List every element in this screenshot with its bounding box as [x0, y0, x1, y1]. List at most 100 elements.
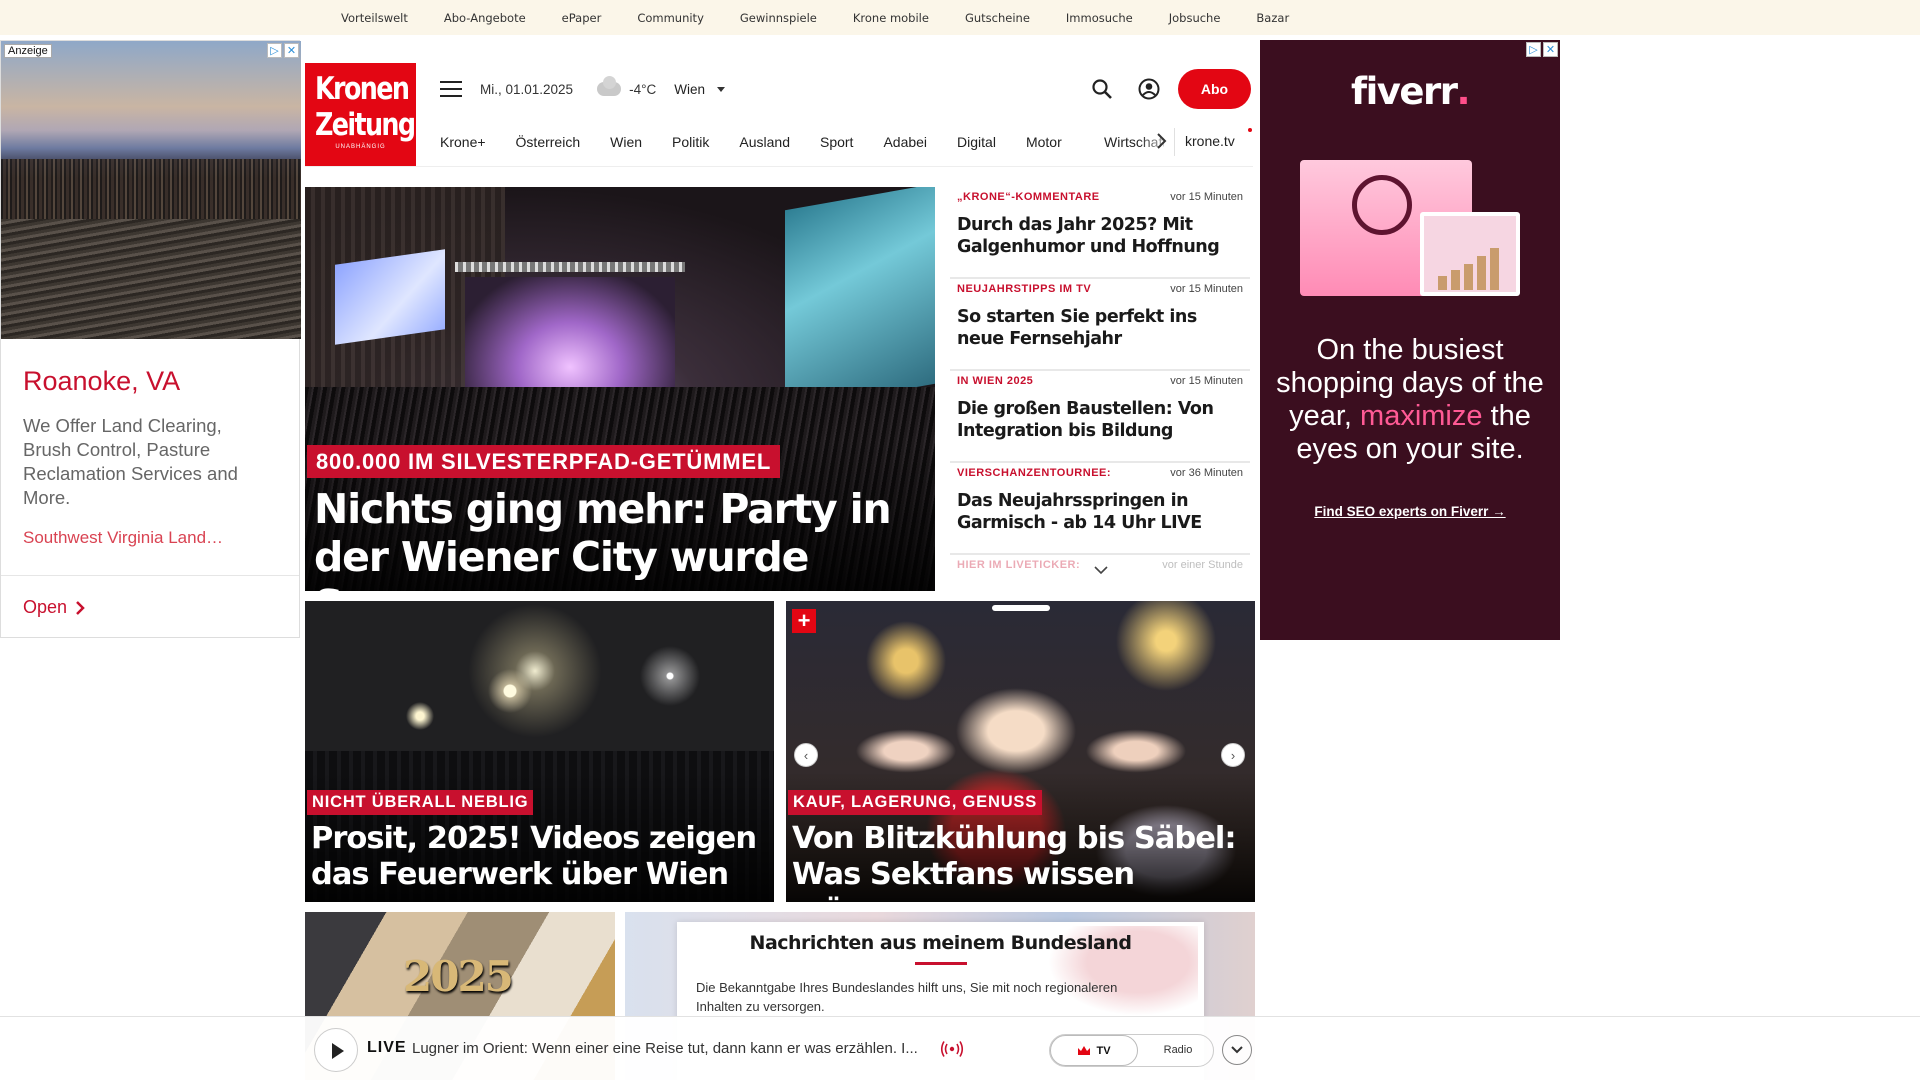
service-link-immosuche[interactable]: Immosuche [1048, 11, 1151, 25]
broadcast-icon [940, 1041, 964, 1057]
left-advertisement[interactable]: Anzeige ▷ ✕ Roanoke, VA We Offer Land Cl… [0, 40, 301, 638]
article-card-sekt[interactable]: + ‹ › KAUF, LAGERUNG, GENUSS Von Blitzkü… [786, 601, 1255, 902]
slider-indicator [992, 605, 1050, 611]
tv-toggle[interactable]: TV [1050, 1035, 1138, 1066]
heading-underline [915, 962, 967, 965]
service-nav-bar: Vorteilswelt Abo-Angebote ePaper Communi… [0, 0, 1920, 35]
ticker-item[interactable]: „KRONE“-KOMMENTARE vor 15 Minuten Durch … [950, 187, 1250, 279]
ad-image-ground [1, 219, 301, 339]
card-image-2025: 2025 [403, 952, 514, 1001]
card-title[interactable]: Prosit, 2025! Videos zeigen das Feuerwer… [311, 821, 766, 893]
nav-item-motor[interactable]: Motor [1026, 134, 1062, 150]
service-link-epaper[interactable]: ePaper [544, 11, 620, 25]
chevron-down-icon[interactable] [717, 86, 725, 92]
nav-item-krone-plus[interactable]: Krone+ [440, 134, 486, 150]
slider-next-button[interactable]: › [1221, 743, 1245, 767]
city-selector[interactable]: Wien [674, 82, 705, 97]
ticker-title[interactable]: Durch das Jahr 2025? Mit Galgenhumor und… [957, 214, 1237, 258]
krone-logo[interactable]: Kronen Zeitung UNABHÄNGIG [305, 63, 416, 166]
ad-title[interactable]: Roanoke, VA [23, 366, 180, 397]
main-nav: Krone+ Österreich Wien Politik Ausland S… [440, 124, 1092, 160]
nav-item-oesterreich[interactable]: Österreich [516, 134, 581, 150]
fiverr-logo: fiverr. [1260, 70, 1560, 113]
ad-advertiser-link[interactable]: Southwest Virginia Land… [23, 528, 223, 548]
play-icon[interactable] [314, 1028, 358, 1072]
ad-close-icon[interactable]: ✕ [284, 43, 299, 58]
abo-button[interactable]: Abo [1178, 69, 1251, 109]
hero-image-projection [785, 187, 935, 411]
search-icon[interactable] [1091, 78, 1113, 100]
expand-player-button[interactable] [1222, 1035, 1252, 1065]
nav-item-politik[interactable]: Politik [672, 134, 709, 150]
chevron-down-icon[interactable] [1093, 564, 1109, 576]
nav-item-wien[interactable]: Wien [610, 134, 642, 150]
live-dot-icon [1248, 128, 1252, 132]
nav-item-krone-tv[interactable]: krone.tv [1185, 133, 1235, 149]
fiverr-logo-dot: . [1456, 70, 1470, 113]
ticker-title[interactable]: So starten Sie perfekt ins neue Fernsehj… [957, 306, 1237, 350]
menu-icon[interactable] [440, 81, 462, 97]
ad-landscape-image[interactable]: Anzeige ▷ ✕ [1, 41, 301, 339]
ticker-title[interactable]: Die großen Baustellen: Von Integration b… [957, 398, 1237, 442]
article-card-fireworks[interactable]: NICHT ÜBERALL NEBLIG Prosit, 2025! Video… [305, 601, 774, 902]
ticker-item[interactable]: VIERSCHANZENTOURNEE: vor 36 Minuten Das … [950, 463, 1250, 555]
ticker-category: NEUJAHRSTIPPS IM TV [957, 283, 1092, 295]
service-link-vorteilswelt[interactable]: Vorteilswelt [323, 11, 426, 25]
nav-item-sport[interactable]: Sport [820, 134, 853, 150]
right-advertisement[interactable]: ▷ ✕ fiverr. On the busiest shopping days… [1260, 40, 1560, 640]
logo-tagline: UNABHÄNGIG [335, 144, 386, 150]
hero-headline[interactable]: Nichts ging mehr: Party in der Wiener Ci… [314, 485, 924, 591]
logo-line-2: Zeitung [314, 107, 416, 143]
card-kicker: KAUF, LAGERUNG, GENUSS [788, 790, 1043, 815]
chevron-right-icon [76, 600, 85, 615]
ad-pitch-highlight: maximize [1360, 400, 1483, 432]
adchoices: ▷ ✕ [1526, 42, 1558, 57]
service-link-bazar[interactable]: Bazar [1238, 11, 1307, 25]
tv-radio-toggle: TV Radio [1049, 1034, 1214, 1067]
chevron-right-icon[interactable] [1152, 131, 1170, 151]
ticker-time: vor einer Stunde [1162, 559, 1243, 571]
ticker-item[interactable]: NEUJAHRSTIPPS IM TV vor 15 Minuten So st… [950, 279, 1250, 371]
user-account-icon[interactable] [1138, 78, 1160, 100]
service-link-krone-mobile[interactable]: Krone mobile [835, 11, 947, 25]
radio-toggle[interactable]: Radio [1148, 1035, 1208, 1066]
temperature: -4°C [629, 81, 657, 97]
adchoices-icon[interactable]: ▷ [267, 43, 282, 58]
ad-open-button[interactable]: Open [23, 597, 85, 618]
adchoices: ▷ ✕ [267, 43, 299, 58]
slider-prev-button[interactable]: ‹ [794, 743, 818, 767]
card-kicker: NICHT ÜBERALL NEBLIG [307, 790, 534, 815]
header-divider [305, 166, 1253, 167]
ticker-category: HIER IM LIVETICKER: [957, 559, 1081, 571]
hero-article[interactable]: 800.000 IM SILVESTERPFAD-GETÜMMEL Nichts… [305, 187, 935, 591]
nav-item-ausland[interactable]: Ausland [739, 134, 790, 150]
krone-plus-icon: + [792, 609, 816, 633]
service-link-gewinnspiele[interactable]: Gewinnspiele [722, 11, 835, 25]
service-link-community[interactable]: Community [619, 11, 722, 25]
service-link-jobsuche[interactable]: Jobsuche [1151, 11, 1239, 25]
live-player-bar: LIVE Lugner im Orient: Wenn einer eine R… [0, 1016, 1920, 1080]
hero-image-screen [335, 249, 445, 345]
current-date: Mi., 01.01.2025 [480, 81, 574, 97]
fiverr-logo-text: fiverr [1350, 70, 1458, 113]
ticker-item[interactable]: IN WIEN 2025 vor 15 Minuten Die großen B… [950, 371, 1250, 463]
live-now-playing[interactable]: Lugner im Orient: Wenn einer eine Reise … [412, 1040, 932, 1057]
adchoices-icon[interactable]: ▷ [1526, 42, 1541, 57]
nav-divider [1174, 128, 1175, 156]
bar-chart-icon [1438, 245, 1502, 290]
service-link-gutscheine[interactable]: Gutscheine [947, 11, 1048, 25]
nav-item-adabei[interactable]: Adabei [883, 134, 927, 150]
chevron-down-icon [1231, 1046, 1243, 1054]
ad-close-icon[interactable]: ✕ [1543, 42, 1558, 57]
nav-item-digital[interactable]: Digital [957, 134, 996, 150]
magnifier-icon [1352, 175, 1412, 235]
ad-cta-link[interactable]: Find SEO experts on Fiverr → [1260, 504, 1560, 519]
service-link-abo-angebote[interactable]: Abo-Angebote [426, 11, 544, 25]
ticker-time: vor 15 Minuten [1170, 283, 1243, 295]
ticker-time: vor 15 Minuten [1170, 191, 1243, 203]
ad-pitch: On the busiest shopping days of the year… [1266, 334, 1554, 466]
ad-open-label: Open [23, 597, 68, 617]
ad-body: We Offer Land Clearing, Brush Control, P… [23, 415, 238, 508]
card-title[interactable]: Von Blitzkühlung bis Säbel: Was Sektfans… [792, 821, 1247, 902]
ticker-title[interactable]: Das Neujahrsspringen in Garmisch - ab 14… [957, 490, 1237, 534]
